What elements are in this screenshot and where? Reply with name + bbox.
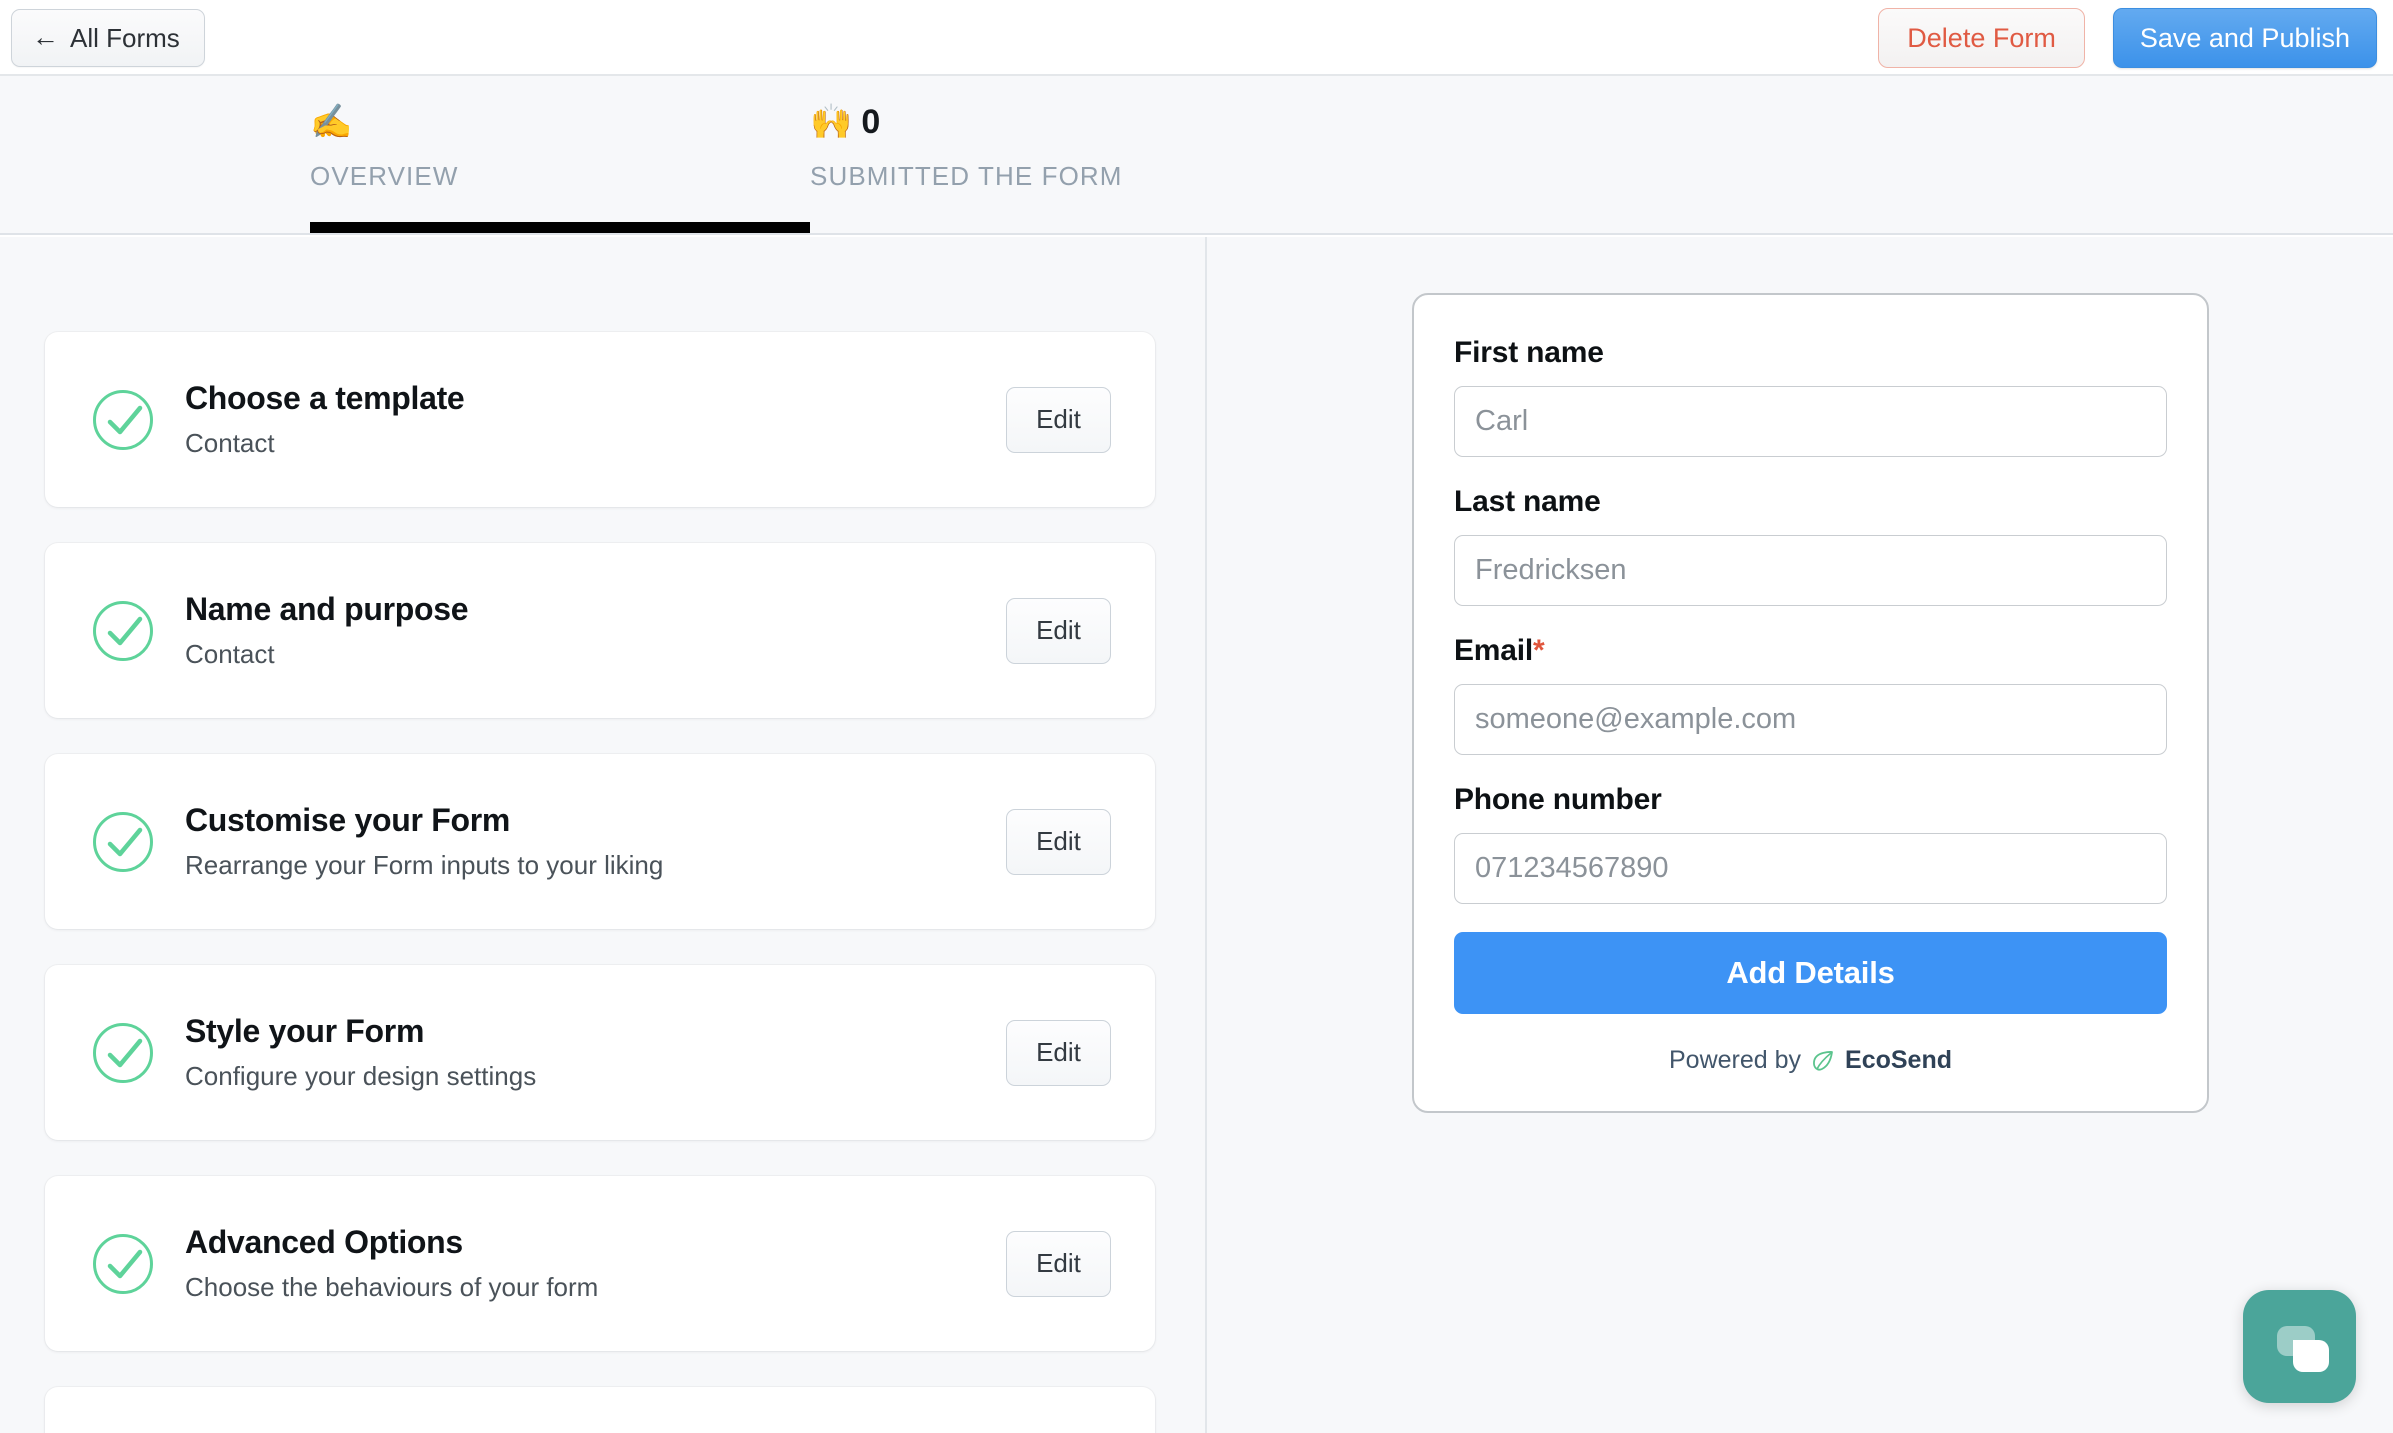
tab-submitted-icon-row: 🙌 0 xyxy=(810,96,880,148)
checklist-item-title: Advanced Options xyxy=(185,1223,463,1260)
checklist-item-text: Name and purpose Contact xyxy=(185,591,1006,671)
tab-overview-icon-row: ✍️ xyxy=(310,96,361,148)
all-forms-label: All Forms xyxy=(70,22,180,53)
checklist-item-title: Customise your Form xyxy=(185,801,511,838)
checklist-item-next-partial[interactable] xyxy=(45,1387,1155,1433)
checklist-item-name-and-purpose[interactable]: Name and purpose Contact Edit xyxy=(45,543,1155,718)
field-first-name: First name xyxy=(1454,336,2167,457)
delete-form-button[interactable]: Delete Form xyxy=(1878,8,2085,68)
check-icon xyxy=(93,600,153,661)
checklist-item-choose-a-template[interactable]: Choose a template Contact Edit xyxy=(45,332,1155,507)
checklist-item-customise-your-form[interactable]: Customise your Form Rearrange your Form … xyxy=(45,754,1155,929)
checklist-item-subtitle: Configure your design settings xyxy=(185,1061,537,1092)
top-toolbar: ← All Forms Delete Form Save and Publish xyxy=(0,0,2393,76)
tab-list: ✍️ OVERVIEW 🙌 0 SUBMITTED THE FORM xyxy=(310,76,1310,233)
all-forms-back-button[interactable]: ← All Forms xyxy=(11,9,205,67)
checklist-item-text: Customise your Form Rearrange your Form … xyxy=(185,802,1006,882)
checklist-item-subtitle: Choose the behaviours of your form xyxy=(185,1272,599,1303)
field-last-name-label: Last name xyxy=(1454,485,1601,518)
edit-button[interactable]: Edit xyxy=(1006,597,1111,664)
leaf-icon xyxy=(1810,1048,1836,1074)
checklist-item-subtitle: Rearrange your Form inputs to your likin… xyxy=(185,850,664,881)
field-email-label: Email* xyxy=(1454,634,2167,668)
checklist-item-title: Style your Form xyxy=(185,1012,425,1049)
top-toolbar-actions: Delete Form Save and Publish xyxy=(1878,8,2377,68)
checklist-item-subtitle: Contact xyxy=(185,428,275,459)
check-icon xyxy=(93,811,153,872)
field-first-name-label: First name xyxy=(1454,336,1604,369)
first-name-input[interactable] xyxy=(1454,386,2167,457)
tab-submitted-the-form[interactable]: 🙌 0 SUBMITTED THE FORM xyxy=(810,76,1310,233)
email-input[interactable] xyxy=(1454,684,2167,755)
checklist-item-text: Advanced Options Choose the behaviours o… xyxy=(185,1224,1006,1304)
checklist-item-text: Choose a template Contact xyxy=(185,380,1006,460)
field-email: Email* xyxy=(1454,634,2167,755)
check-icon xyxy=(93,1233,153,1294)
save-and-publish-button[interactable]: Save and Publish xyxy=(2112,8,2377,68)
main-content: Choose a template Contact Edit Name and … xyxy=(0,237,2393,1433)
checklist-item-title: Name and purpose xyxy=(185,590,469,627)
form-preview-card: First name Last name Email* Phone number… xyxy=(1412,293,2209,1113)
chat-bubbles-icon xyxy=(2277,1326,2329,1372)
field-last-name: Last name xyxy=(1454,485,2167,606)
ecosend-brand-label: EcoSend xyxy=(1845,1046,1952,1074)
edit-button[interactable]: Edit xyxy=(1006,808,1111,875)
checklist-item-subtitle: Contact xyxy=(185,639,275,670)
checklist-item-text: Style your Form Configure your design se… xyxy=(185,1013,1006,1093)
edit-button[interactable]: Edit xyxy=(1006,386,1111,453)
check-icon xyxy=(93,1022,153,1083)
raising-hands-emoji: 🙌 xyxy=(810,103,853,141)
tab-submitted-label: SUBMITTED THE FORM xyxy=(810,161,1123,191)
writing-hand-emoji: ✍️ xyxy=(310,103,353,141)
tab-overview[interactable]: ✍️ OVERVIEW xyxy=(310,76,810,233)
tab-active-indicator xyxy=(310,222,810,233)
checklist-item-title: Choose a template xyxy=(185,379,465,416)
arrow-left-icon: ← xyxy=(32,21,59,52)
tab-submitted-count: 0 xyxy=(861,103,880,141)
edit-button[interactable]: Edit xyxy=(1006,1230,1111,1297)
field-phone-number: Phone number xyxy=(1454,783,2167,904)
setup-checklist: Choose a template Contact Edit Name and … xyxy=(45,332,1155,1433)
phone-number-input[interactable] xyxy=(1454,833,2167,904)
field-email-label-text: Email xyxy=(1454,634,1534,667)
required-marker: * xyxy=(1533,634,1545,667)
form-builder-page: ← All Forms Delete Form Save and Publish… xyxy=(0,0,2393,1433)
field-phone-number-label: Phone number xyxy=(1454,783,1662,816)
checklist-item-style-your-form[interactable]: Style your Form Configure your design se… xyxy=(45,965,1155,1140)
checklist-item-advanced-options[interactable]: Advanced Options Choose the behaviours o… xyxy=(45,1176,1155,1351)
powered-by-footer: Powered by EcoSend xyxy=(1454,1046,2167,1075)
panel-divider xyxy=(1205,237,1207,1433)
add-details-button[interactable]: Add Details xyxy=(1454,932,2167,1014)
edit-button[interactable]: Edit xyxy=(1006,1019,1111,1086)
powered-by-label: Powered by xyxy=(1668,1046,1802,1074)
chat-widget-button[interactable] xyxy=(2243,1290,2356,1403)
last-name-input[interactable] xyxy=(1454,535,2167,606)
check-icon xyxy=(93,389,153,450)
tab-overview-label: OVERVIEW xyxy=(310,161,459,191)
tab-bar: ✍️ OVERVIEW 🙌 0 SUBMITTED THE FORM xyxy=(0,76,2393,235)
